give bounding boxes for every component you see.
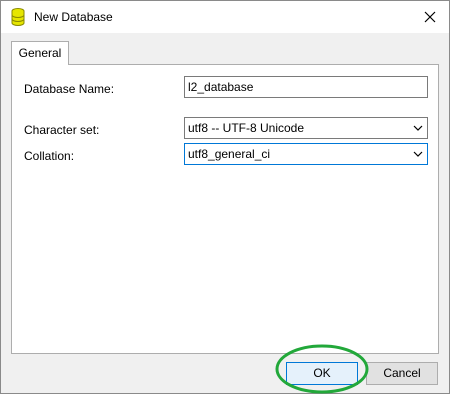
- chevron-down-icon[interactable]: [413, 124, 423, 132]
- tab-general-label: General: [18, 46, 62, 60]
- general-panel: Database Name: Character set: utf8 -- UT…: [11, 64, 439, 354]
- charset-value: utf8 -- UTF-8 Unicode: [188, 121, 305, 135]
- collation-value: utf8_general_ci: [188, 147, 271, 161]
- charset-select[interactable]: utf8 -- UTF-8 Unicode: [184, 117, 428, 139]
- chevron-down-icon[interactable]: [413, 150, 423, 158]
- new-database-dialog: New Database General Database Name: Char…: [0, 0, 450, 394]
- charset-label: Character set:: [24, 123, 100, 137]
- title-bar: New Database: [1, 1, 449, 33]
- database-name-field[interactable]: [184, 76, 428, 98]
- database-name-label: Database Name:: [24, 82, 115, 96]
- ok-button[interactable]: OK: [286, 362, 358, 385]
- collation-select[interactable]: utf8_general_ci: [184, 143, 428, 165]
- database-icon: [11, 8, 25, 26]
- window-title: New Database: [34, 10, 113, 24]
- collation-label: Collation:: [24, 149, 75, 163]
- cancel-button[interactable]: Cancel: [366, 362, 438, 385]
- close-icon[interactable]: [421, 8, 439, 26]
- tab-general[interactable]: General: [11, 41, 69, 65]
- database-name-input[interactable]: [188, 77, 418, 97]
